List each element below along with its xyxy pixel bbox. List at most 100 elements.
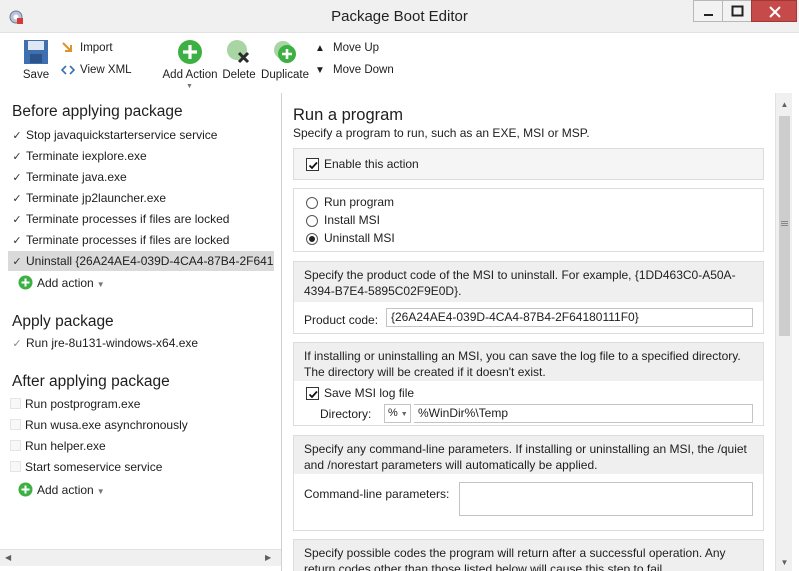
- horizontal-scrollbar[interactable]: ◀ ▶: [0, 549, 281, 566]
- msi-log-group: If installing or uninstalling an MSI, yo…: [293, 342, 764, 426]
- minimize-icon: [704, 14, 713, 16]
- close-button[interactable]: [751, 0, 797, 22]
- add-action-after[interactable]: Add action ▼: [18, 481, 105, 499]
- add-action-dropdown-icon[interactable]: ▼: [186, 83, 193, 90]
- save-button[interactable]: Save: [20, 39, 52, 81]
- step-item[interactable]: ✓ Terminate processes if files are locked: [8, 230, 274, 250]
- product-code-label: Product code:: [304, 313, 379, 327]
- scroll-left-icon[interactable]: ◀: [5, 553, 11, 562]
- toolbar: Save Import View XML Add Action ▼ Delete…: [0, 33, 799, 93]
- add-icon: [18, 482, 33, 497]
- step-item[interactable]: Run helper.exe: [8, 436, 274, 456]
- check-icon: ✓: [12, 235, 22, 247]
- window-title: Package Boot Editor: [331, 8, 468, 25]
- maximize-button[interactable]: [722, 0, 752, 22]
- save-label: Save: [22, 69, 50, 81]
- command-line-label: Command-line parameters:: [304, 487, 450, 501]
- command-line-help: Specify any command-line parameters. If …: [294, 436, 763, 474]
- checkmark-icon: [308, 390, 318, 399]
- triangle-up-icon: ▲: [315, 43, 325, 54]
- maximize-icon: [731, 5, 744, 17]
- title-bar: Package Boot Editor: [0, 0, 799, 33]
- step-item[interactable]: Start someservice service: [8, 457, 274, 477]
- directory-label: Directory:: [320, 407, 372, 421]
- directory-variable-dropdown[interactable]: % ▼: [384, 404, 411, 423]
- unchecked-box-icon: [10, 461, 21, 472]
- step-item[interactable]: ✓ Terminate jp2launcher.exe: [8, 188, 274, 208]
- install-msi-label: Install MSI: [324, 213, 381, 227]
- add-circle-icon: [178, 40, 202, 64]
- step-item-selected[interactable]: ✓ Uninstall {26A24AE4-039D-4CA4-87B4-2F64…: [8, 251, 274, 271]
- apply-section-title: Apply package: [12, 313, 114, 330]
- duplicate-button[interactable]: Duplicate: [260, 39, 310, 81]
- dropdown-arrow-icon: ▼: [96, 280, 105, 289]
- step-item[interactable]: Run wusa.exe asynchronously: [8, 415, 274, 435]
- dropdown-arrow-icon: ▼: [96, 487, 105, 496]
- action-editor-panel: Run a program Specify a program to run, …: [282, 93, 799, 571]
- view-xml-button[interactable]: View XML: [61, 62, 132, 78]
- save-msi-log-label: Save MSI log file: [324, 386, 415, 400]
- run-program-radio[interactable]: [306, 197, 318, 209]
- move-down-button[interactable]: ▼ Move Down: [315, 62, 394, 78]
- triangle-down-icon: ▼: [315, 65, 325, 76]
- unchecked-box-icon: [10, 440, 21, 451]
- add-icon: [18, 275, 33, 290]
- add-action-button[interactable]: Add Action: [160, 39, 220, 81]
- save-icon: [24, 40, 48, 64]
- unchecked-box-icon: [10, 419, 21, 430]
- install-msi-radio[interactable]: [306, 215, 318, 227]
- step-item[interactable]: ✓ Terminate java.exe: [8, 167, 274, 187]
- directory-field[interactable]: %WinDir%\Temp: [414, 404, 753, 423]
- checkmark-icon: [308, 161, 318, 170]
- enable-group: Enable this action: [293, 148, 764, 180]
- action-title: Run a program: [293, 106, 404, 124]
- scroll-grip-icon: [781, 221, 788, 226]
- add-action-before[interactable]: Add action ▼: [18, 274, 105, 292]
- scrollbar-thumb[interactable]: [779, 116, 790, 336]
- import-label: Import: [80, 42, 113, 54]
- check-icon: ✓: [12, 130, 22, 142]
- return-codes-help: Specify possible codes the program will …: [294, 540, 763, 571]
- step-item[interactable]: ✓ Run jre-8u131-windows-x64.exe: [8, 333, 274, 353]
- uninstall-msi-radio[interactable]: [306, 233, 318, 245]
- command-line-group: Specify any command-line parameters. If …: [293, 435, 764, 531]
- step-item[interactable]: Run postprogram.exe: [8, 394, 274, 414]
- check-icon: ✓: [12, 338, 22, 350]
- product-code-help: Specify the product code of the MSI to u…: [294, 262, 763, 302]
- return-codes-group: Specify possible codes the program will …: [293, 539, 764, 571]
- scroll-up-icon[interactable]: ▲: [776, 96, 793, 113]
- scroll-right-icon[interactable]: ▶: [265, 553, 271, 562]
- scroll-down-icon[interactable]: ▼: [776, 554, 793, 571]
- enable-checkbox[interactable]: [306, 158, 319, 171]
- check-icon: ✓: [12, 172, 22, 184]
- check-icon: ✓: [12, 193, 22, 205]
- step-item[interactable]: ✓ Terminate processes if files are locked: [8, 209, 274, 229]
- code-icon: [61, 65, 75, 75]
- save-msi-log-checkbox[interactable]: [306, 387, 319, 400]
- duplicate-icon: [274, 41, 296, 63]
- product-code-field[interactable]: {26A24AE4-039D-4CA4-87B4-2F64180111F0}: [386, 308, 753, 327]
- delete-button[interactable]: Delete: [221, 39, 257, 81]
- check-icon: ✓: [12, 151, 22, 163]
- unchecked-box-icon: [10, 398, 21, 409]
- chevron-down-icon: ▼: [400, 411, 408, 418]
- check-icon: ✓: [12, 214, 22, 226]
- product-code-group: Specify the product code of the MSI to u…: [293, 261, 764, 334]
- move-down-label: Move Down: [333, 64, 394, 76]
- step-item[interactable]: ✓ Terminate iexplore.exe: [8, 146, 274, 166]
- after-section-title: After applying package: [12, 373, 170, 390]
- command-line-field[interactable]: [459, 482, 753, 516]
- import-button[interactable]: Import: [61, 40, 113, 56]
- add-action-label: Add Action: [162, 69, 218, 81]
- vertical-scrollbar[interactable]: ▲ ▼: [775, 93, 792, 571]
- import-arrow-icon: [62, 42, 72, 52]
- minimize-button[interactable]: [693, 0, 723, 22]
- delete-label: Delete: [222, 69, 256, 81]
- mode-group: Run program Install MSI Uninstall MSI: [293, 188, 764, 252]
- delete-icon: [227, 40, 250, 64]
- duplicate-label: Duplicate: [261, 69, 309, 81]
- step-item[interactable]: ✓ Stop javaquickstarterservice service: [8, 125, 274, 145]
- view-xml-label: View XML: [80, 64, 132, 76]
- msi-log-help: If installing or uninstalling an MSI, yo…: [294, 343, 763, 381]
- move-up-button[interactable]: ▲ Move Up: [315, 40, 379, 56]
